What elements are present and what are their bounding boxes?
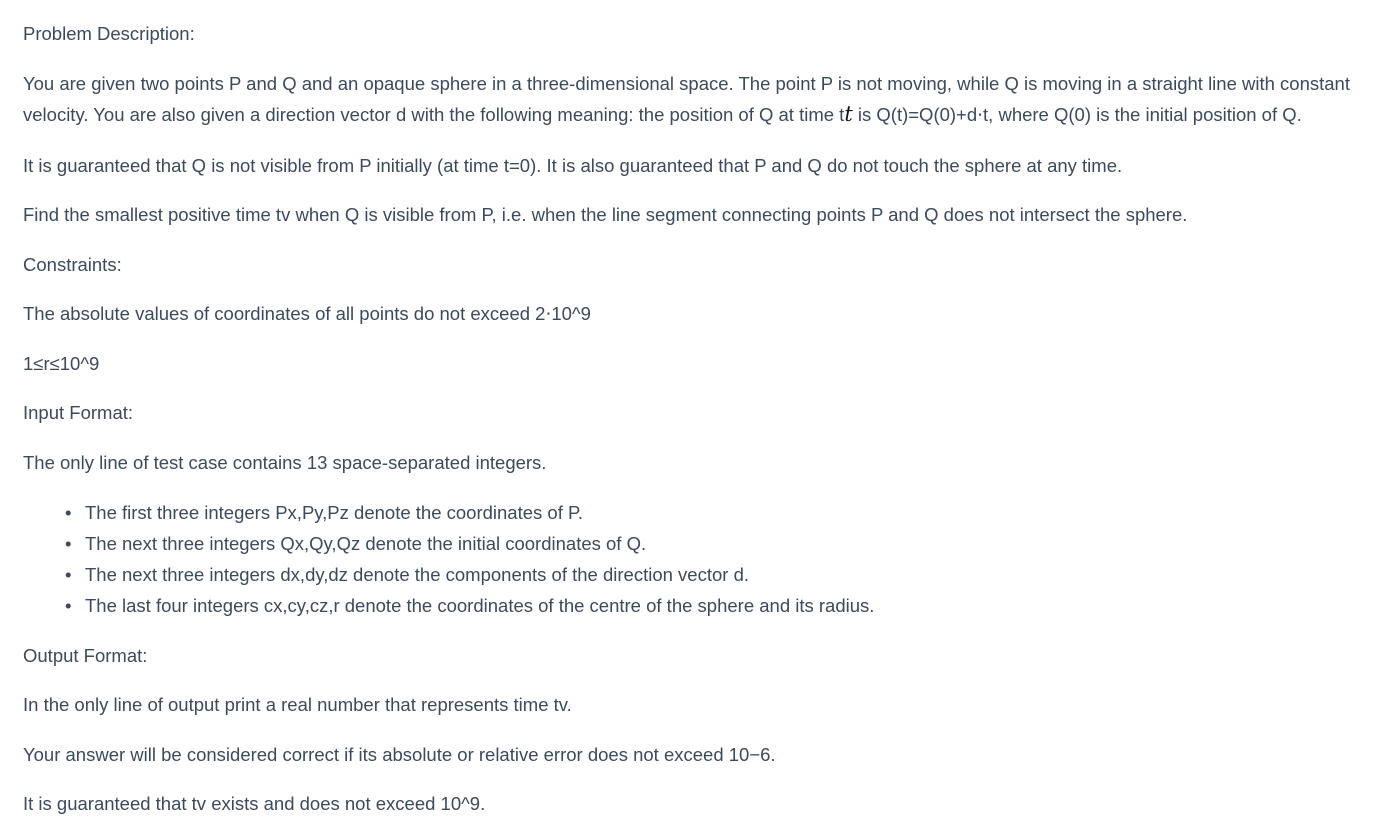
problem-paragraph-3: Find the smallest positive time tv when … bbox=[23, 204, 1188, 225]
problem-paragraph-1: You are given two points P and Q and an … bbox=[23, 68, 1363, 130]
input-description: The only line of test case contains 13 s… bbox=[23, 452, 547, 473]
list-item: • The next three integers Qx,Qy,Qz denote… bbox=[65, 528, 874, 559]
constraint-coordinates: The absolute values of coordinates of al… bbox=[23, 303, 591, 324]
constraint-radius: 1≤r≤10^9 bbox=[23, 353, 100, 374]
output-error-note: Your answer will be considered correct i… bbox=[23, 744, 776, 765]
output-guarantee: It is guaranteed that tv exists and does… bbox=[23, 793, 486, 814]
list-item-text: The next three integers Qx,Qy,Qz denote … bbox=[85, 533, 647, 554]
bullet-icon: • bbox=[65, 564, 72, 585]
list-item: • The first three integers Px,Py,Pz denot… bbox=[65, 497, 874, 528]
bullet-icon: • bbox=[65, 502, 72, 523]
input-items-list: • The first three integers Px,Py,Pz denot… bbox=[23, 497, 874, 621]
output-description: In the only line of output print a real … bbox=[23, 694, 572, 715]
problem-description-heading: Problem Description: bbox=[23, 23, 195, 44]
time-symbol: t bbox=[844, 102, 853, 126]
problem-paragraph-1-text-b: is Q(t)=Q(0)+d⋅t, where Q(0) is the init… bbox=[852, 104, 1302, 125]
problem-paragraph-2: It is guaranteed that Q is not visible f… bbox=[23, 155, 1123, 176]
list-item-text: The next three integers dx,dy,dz denote … bbox=[85, 564, 749, 585]
list-item-text: The last four integers cx,cy,cz,r denote… bbox=[85, 595, 875, 616]
bullet-icon: • bbox=[65, 533, 72, 554]
list-item: • The last four integers cx,cy,cz,r denot… bbox=[65, 590, 875, 621]
bullet-icon: • bbox=[65, 595, 72, 616]
list-item: • The next three integers dx,dy,dz denote… bbox=[65, 559, 874, 590]
constraints-heading: Constraints: bbox=[23, 254, 122, 275]
list-item-text: The first three integers Px,Py,Pz denote… bbox=[85, 502, 584, 523]
output-format-heading: Output Format: bbox=[23, 645, 148, 666]
problem-statement: Problem Description: You are given two p… bbox=[0, 0, 1382, 840]
input-format-heading: Input Format: bbox=[23, 402, 134, 423]
